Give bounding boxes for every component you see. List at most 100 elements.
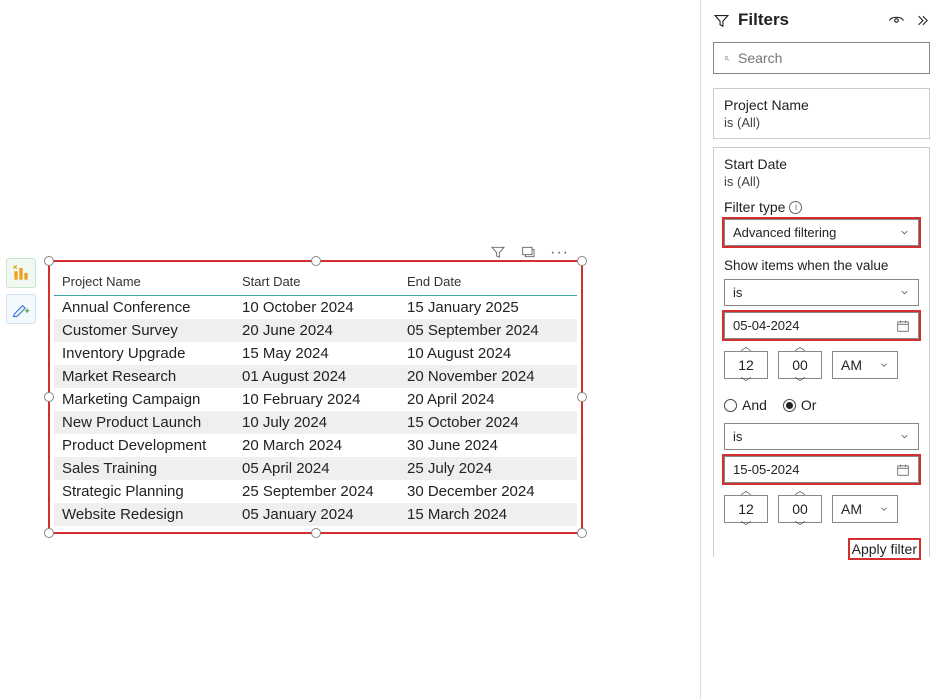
- resize-handle[interactable]: [44, 392, 54, 402]
- show-hide-icon[interactable]: [888, 12, 905, 29]
- table-cell: 15 March 2024: [399, 503, 577, 526]
- table-cell: 15 May 2024: [234, 342, 399, 365]
- copilot-visual-icon[interactable]: [6, 258, 36, 288]
- filter-icon[interactable]: [490, 244, 506, 260]
- table-row[interactable]: Strategic Planning25 September 202430 De…: [54, 480, 577, 503]
- hour-spinner: ︿ 12 ﹀: [724, 343, 768, 387]
- data-table: Project Name Start Date End Date Annual …: [54, 268, 577, 526]
- ampm-value: AM: [841, 501, 862, 517]
- filter-type-value: Advanced filtering: [733, 225, 836, 240]
- edit-pencil-icon[interactable]: [6, 294, 36, 324]
- table-cell: 20 March 2024: [234, 434, 399, 457]
- focus-mode-icon[interactable]: [520, 244, 536, 260]
- table-cell: Annual Conference: [54, 296, 234, 320]
- filter-type-label: Filter type i: [724, 199, 919, 215]
- table-cell: 15 January 2025: [399, 296, 577, 320]
- ampm-value: AM: [841, 357, 862, 373]
- resize-handle[interactable]: [44, 256, 54, 266]
- resize-handle[interactable]: [44, 528, 54, 538]
- date-value: 05-04-2024: [733, 318, 800, 333]
- hour-up[interactable]: ︿: [741, 343, 752, 351]
- minute-up[interactable]: ︿: [795, 343, 806, 351]
- hour-value[interactable]: 12: [724, 495, 768, 523]
- table-row[interactable]: Inventory Upgrade15 May 202410 August 20…: [54, 342, 577, 365]
- hour-down[interactable]: ﹀: [741, 523, 752, 531]
- resize-handle[interactable]: [311, 256, 321, 266]
- table-cell: 25 September 2024: [234, 480, 399, 503]
- minute-down[interactable]: ﹀: [795, 379, 806, 387]
- filter-card-name: Project Name: [724, 97, 919, 113]
- table-row[interactable]: Customer Survey20 June 202405 September …: [54, 319, 577, 342]
- apply-filter-row: Apply filter: [724, 541, 919, 557]
- calendar-icon[interactable]: [896, 319, 910, 333]
- col-header[interactable]: Project Name: [54, 268, 234, 296]
- condition1-operator-dropdown[interactable]: is: [724, 279, 919, 306]
- search-input[interactable]: [738, 50, 919, 66]
- info-icon[interactable]: i: [789, 201, 802, 214]
- table-row[interactable]: New Product Launch10 July 202415 October…: [54, 411, 577, 434]
- filter-card-project-name[interactable]: Project Name is (All): [713, 88, 930, 139]
- table-cell: Customer Survey: [54, 319, 234, 342]
- resize-handle[interactable]: [577, 528, 587, 538]
- table-cell: 01 August 2024: [234, 365, 399, 388]
- resize-handle[interactable]: [311, 528, 321, 538]
- filters-title: Filters: [738, 10, 880, 30]
- table-header-row: Project Name Start Date End Date: [54, 268, 577, 296]
- table-cell: 20 November 2024: [399, 365, 577, 388]
- ampm-dropdown[interactable]: AM: [832, 495, 898, 523]
- minute-value[interactable]: 00: [778, 495, 822, 523]
- table-cell: 05 September 2024: [399, 319, 577, 342]
- col-header[interactable]: Start Date: [234, 268, 399, 296]
- table-visual[interactable]: Project Name Start Date End Date Annual …: [48, 260, 583, 534]
- hour-up[interactable]: ︿: [741, 487, 752, 495]
- table-cell: New Product Launch: [54, 411, 234, 434]
- table-cell: 20 June 2024: [234, 319, 399, 342]
- table-cell: Website Redesign: [54, 503, 234, 526]
- filters-pane: Filters Project Name is (All) Start Date…: [700, 0, 940, 699]
- chevron-down-icon: [899, 227, 910, 238]
- operator-value: is: [733, 285, 742, 300]
- filter-search[interactable]: [713, 42, 930, 74]
- hour-spinner: ︿ 12 ﹀: [724, 487, 768, 531]
- table-row[interactable]: Market Research01 August 202420 November…: [54, 365, 577, 388]
- table-cell: 30 December 2024: [399, 480, 577, 503]
- date-value: 15-05-2024: [733, 462, 800, 477]
- resize-handle[interactable]: [577, 392, 587, 402]
- ampm-dropdown[interactable]: AM: [832, 351, 898, 379]
- logic-operator-group: And Or: [724, 397, 919, 413]
- table-cell: 10 February 2024: [234, 388, 399, 411]
- table-row[interactable]: Sales Training05 April 202425 July 2024: [54, 457, 577, 480]
- filter-card-value: is (All): [724, 115, 919, 130]
- report-canvas: ··· Project Name Start Date End Date Ann…: [0, 0, 700, 699]
- collapse-pane-icon[interactable]: [913, 12, 930, 29]
- minute-down[interactable]: ﹀: [795, 523, 806, 531]
- table-cell: Marketing Campaign: [54, 388, 234, 411]
- filter-card-value: is (All): [724, 174, 919, 189]
- and-radio[interactable]: And: [724, 397, 767, 413]
- hour-value[interactable]: 12: [724, 351, 768, 379]
- calendar-icon[interactable]: [896, 463, 910, 477]
- condition2-time-row: ︿ 12 ﹀ ︿ 00 ﹀ AM: [724, 487, 919, 531]
- col-header[interactable]: End Date: [399, 268, 577, 296]
- table-row[interactable]: Annual Conference10 October 202415 Janua…: [54, 296, 577, 320]
- table-cell: 15 October 2024: [399, 411, 577, 434]
- condition2-date-input[interactable]: 15-05-2024: [724, 456, 919, 483]
- table-row[interactable]: Marketing Campaign10 February 202420 Apr…: [54, 388, 577, 411]
- resize-handle[interactable]: [577, 256, 587, 266]
- minute-value[interactable]: 00: [778, 351, 822, 379]
- minute-spinner: ︿ 00 ﹀: [778, 343, 822, 387]
- hour-down[interactable]: ﹀: [741, 379, 752, 387]
- chevron-down-icon: [899, 431, 910, 442]
- filter-type-dropdown[interactable]: Advanced filtering: [724, 219, 919, 246]
- table-cell: 10 August 2024: [399, 342, 577, 365]
- apply-filter-button[interactable]: Apply filter: [850, 540, 919, 558]
- search-icon: [724, 51, 730, 66]
- table-row[interactable]: Product Development20 March 202430 June …: [54, 434, 577, 457]
- or-radio[interactable]: Or: [783, 397, 817, 413]
- table-row[interactable]: Website Redesign05 January 202415 March …: [54, 503, 577, 526]
- filter-card-start-date[interactable]: Start Date is (All) Filter type i Advanc…: [713, 147, 930, 557]
- condition2-operator-dropdown[interactable]: is: [724, 423, 919, 450]
- minute-up[interactable]: ︿: [795, 487, 806, 495]
- condition1-date-input[interactable]: 05-04-2024: [724, 312, 919, 339]
- chevron-down-icon: [879, 504, 889, 514]
